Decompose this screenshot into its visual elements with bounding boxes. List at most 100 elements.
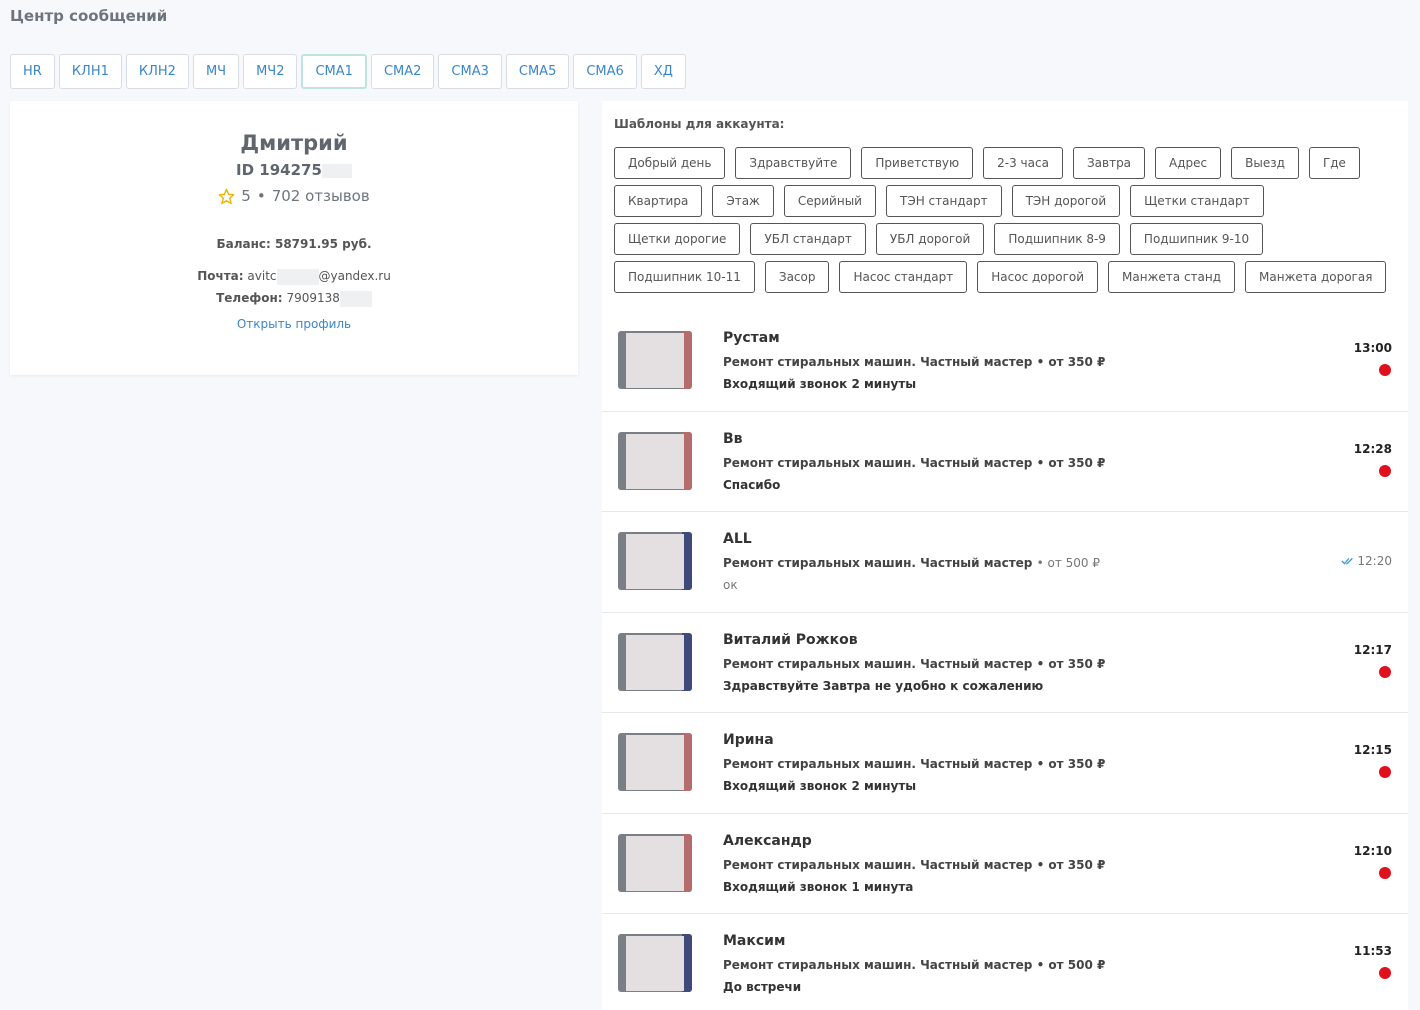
chat-item[interactable]: Максим Ремонт стиральных машин. Частный … [602,914,1408,1010]
chat-name: Вв [723,430,743,447]
chat-last-message: До встречи [723,980,802,994]
template-button[interactable]: Адрес [1155,147,1222,179]
tab-sma2[interactable]: СМА2 [370,54,435,89]
chat-list: Рустам Ремонт стиральных машин. Частный … [602,311,1408,1010]
tab-hd[interactable]: ХД [640,54,686,89]
star-icon [219,188,235,204]
chat-item[interactable]: Виталий Рожков Ремонт стиральных машин. … [602,612,1408,713]
template-button[interactable]: Этаж [712,185,774,217]
unread-indicator [1379,866,1391,879]
chat-time: 12:17 [1353,642,1392,657]
phone-label: Телефон: [216,291,283,305]
unread-indicator [1379,364,1391,376]
template-button[interactable]: Квартира [614,185,703,217]
chat-ad-title: Ремонт стиральных машин. Частный мастер … [723,958,1106,972]
redacted-block [321,163,352,178]
template-button[interactable]: Здравствуйте [735,147,852,179]
tab-sma6[interactable]: СМА6 [573,54,637,89]
open-profile-link[interactable]: Открыть профиль [237,317,351,331]
template-button[interactable]: Добрый день [614,147,726,179]
template-button[interactable]: Манжета станд [1108,261,1236,293]
template-button[interactable]: Приветствую [861,147,974,179]
tab-sma5[interactable]: СМА5 [505,54,570,89]
ad-thumbnail [618,632,692,691]
ad-thumbnail [618,934,692,992]
template-button[interactable]: Засор [764,261,830,293]
template-button[interactable]: Подшипник 8-9 [994,223,1120,255]
template-button[interactable]: Манжета дорогая [1245,261,1387,293]
redacted-block [276,268,319,285]
chat-last-message: Входящий звонок 2 минуты [723,779,917,793]
rating: 5 • 702 отзывов [10,187,578,205]
profile-id-text: ID 194275 [236,161,322,179]
ad-thumbnail [618,733,692,791]
chat-ad-title: Ремонт стиральных машин. Частный мастер … [723,857,1106,872]
chat-time: 12:10 [1353,843,1392,858]
chat-last-message: Здравствуйте Завтра не удобно к сожалени… [723,678,1044,693]
template-button[interactable]: ТЭН стандарт [885,185,1002,217]
chat-item[interactable]: Александр Ремонт стиральных машин. Частн… [602,813,1408,914]
chat-last-message: Входящий звонок 1 минута [723,879,914,894]
chat-ad-title: Ремонт стиральных машин. Частный мастер … [723,455,1106,470]
chat-name: Виталий Рожков [723,631,858,648]
template-button[interactable]: УБЛ стандарт [750,223,866,255]
contact-info: Почта: avitc @yandex.ru Телефон: 7909138 [10,265,578,309]
chat-item[interactable]: Рустам Ремонт стиральных машин. Частный … [602,311,1408,412]
chat-time: 12:28 [1353,441,1392,456]
unread-indicator [1379,967,1391,979]
page-title: Центр сообщений [10,7,168,25]
tab-hr[interactable]: HR [10,54,55,89]
template-button[interactable]: Завтра [1072,147,1146,179]
chat-item[interactable]: ALL Ремонт стиральных машин. Частный мас… [602,512,1408,613]
template-button[interactable]: Насос дорогой [977,261,1099,293]
chat-item[interactable]: Ирина Ремонт стиральных машин. Частный м… [602,713,1408,814]
balance: Баланс: 58791.95 руб. [216,237,372,251]
rating-separator: • [256,187,266,205]
tab-sma3[interactable]: СМА3 [438,54,502,89]
ad-thumbnail [618,431,692,490]
chat-name: Ирина [723,732,774,748]
profile-id: ID 194275 [10,161,578,179]
template-button[interactable]: Где [1308,147,1360,179]
tab-mch2[interactable]: МЧ2 [243,54,298,89]
messages-panel: Шаблоны для аккаунта: Добрый день Здравс… [602,101,1408,1010]
template-button[interactable]: Подшипник 10-11 [614,261,755,293]
email-suffix: @yandex.ru [318,269,391,283]
rating-value: 5 [241,187,251,205]
tab-kln2[interactable]: КЛН2 [125,54,189,89]
chat-name: Максим [723,933,786,949]
chat-last-message: Входящий звонок 2 минуты [723,377,917,391]
templates-title: Шаблоны для аккаунта: [614,117,785,131]
chat-name: Рустам [723,330,780,346]
profile-card: Дмитрий ID 194275 5 • 702 отзывов Баланс… [10,101,578,375]
tab-kln1[interactable]: КЛН1 [58,54,122,89]
chat-item[interactable]: Вв Ремонт стиральных машин. Частный маст… [602,411,1408,512]
template-button[interactable]: Щетки дорогие [614,223,741,255]
chat-time: 11:53 [1353,944,1392,958]
phone-row: Телефон: 7909138 [10,287,578,309]
chat-time: 13:00 [1353,341,1392,355]
template-button[interactable]: Щетки стандарт [1130,185,1264,217]
template-buttons: Добрый день Здравствуйте Приветствую 2-3… [614,147,1394,293]
template-button[interactable]: Подшипник 9-10 [1129,223,1264,255]
chat-time: 12:20 [1357,554,1392,568]
email-label: Почта: [197,269,244,283]
tab-sma1[interactable]: СМА1 [301,54,367,89]
template-button[interactable]: УБЛ дорогой [875,223,985,255]
redacted-block [339,290,372,307]
tab-mch[interactable]: МЧ [192,54,240,89]
unread-indicator [1379,665,1391,678]
template-button[interactable]: Серийный [783,185,876,217]
template-button[interactable]: ТЭН дорогой [1011,185,1121,217]
email-prefix: avitc [247,269,277,283]
reviews-count: 702 отзывов [271,187,370,205]
template-button[interactable]: Насос стандарт [839,261,968,293]
template-button[interactable]: 2-3 часа [983,147,1063,179]
chat-ad-main: Ремонт стиральных машин. Частный мастер [723,556,1033,570]
ad-thumbnail [618,532,692,590]
unread-indicator [1379,464,1391,477]
phone-value: 7909138 [286,291,340,305]
template-button[interactable]: Выезд [1231,147,1299,179]
chat-ad-title: Ремонт стиральных машин. Частный мастер … [723,757,1106,771]
account-tabs: HR КЛН1 КЛН2 МЧ МЧ2 СМА1 СМА2 СМА3 СМА5 … [10,54,686,89]
